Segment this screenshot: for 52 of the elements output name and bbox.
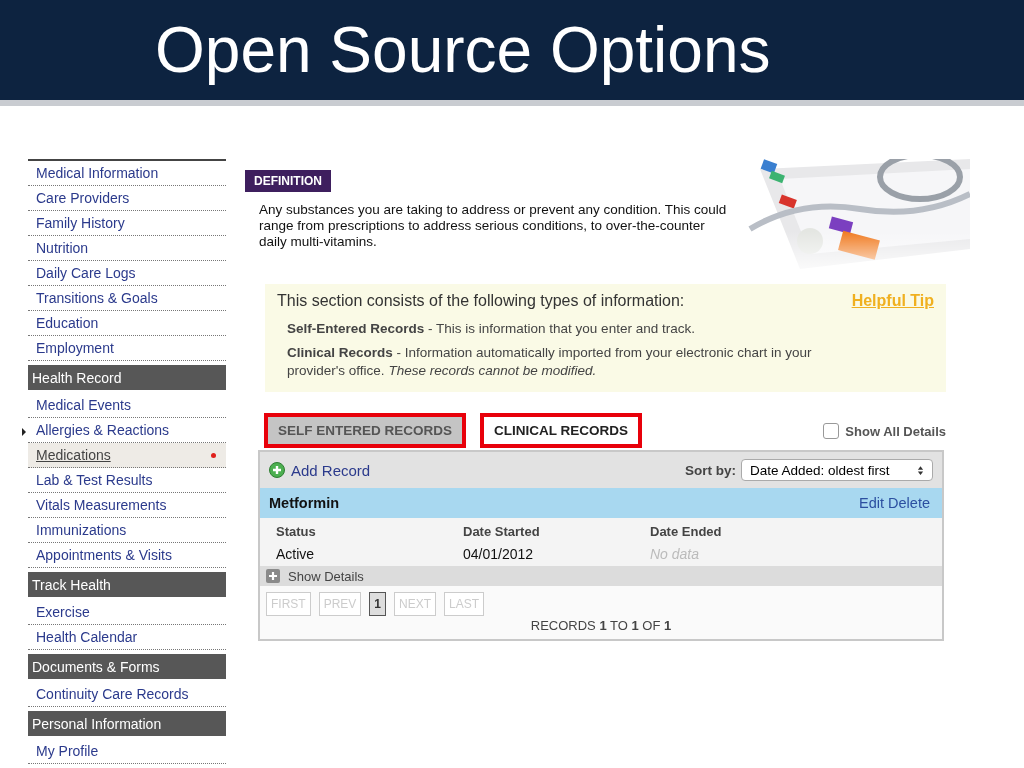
sidebar-item[interactable]: Vitals Measurements [28,493,226,518]
sidebar-section-header: Documents & Forms [28,654,226,679]
plus-icon [269,462,285,478]
field-label: Status [276,524,317,539]
sidebar-item[interactable]: Medical Information [28,161,226,186]
sidebar-item[interactable]: Family History [28,211,226,236]
field-value: Active [276,546,316,562]
sort-dropdown[interactable]: Date Added: oldest first [741,459,933,481]
add-record-link[interactable]: Add Record [269,461,371,479]
record-action-link[interactable]: Delete [888,495,930,511]
sidebar-item[interactable]: Employment [28,336,226,361]
checkbox-label: Show All Details [845,423,946,439]
sidebar-item[interactable]: Daily Care Logs [28,261,226,286]
checkbox[interactable] [823,423,840,439]
sidebar-section-header: Health Record [28,365,226,390]
sort-label: Sort by: [685,462,736,478]
definition-label: DEFINITION [245,170,331,192]
info-text: Clinical Records - Information automatically imported from your electronic chart in your provider's office. These records cannot be modified. [287,344,813,380]
sidebar-item[interactable]: Education [28,311,226,336]
sidebar-item[interactable]: Continuity Care Records [28,682,226,707]
sidebar-item[interactable]: Transitions & Goals [28,286,226,311]
pointer-icon [22,428,26,436]
sidebar-item[interactable]: Immunizations [28,518,226,543]
field-value: No data [650,546,701,562]
sidebar-item[interactable]: Nutrition [28,236,226,261]
record-name: Metformin [269,495,340,511]
field-label: Date Started [463,524,541,539]
show-details-label: Show Details [288,568,364,584]
definition-text: Any substances you are taking to address or prevent any condition. This could range from prescriptions to address serious conditions, to over-the-counter daily multi-vitamins. [259,202,728,250]
records-tab[interactable]: SELF ENTERED RECORDS [264,413,467,448]
sidebar-section-header: Track Health [28,572,226,597]
sidebar-item[interactable]: Appointments & Visits [28,543,226,568]
sidebar-item[interactable]: Medical Events [28,393,226,418]
info-heading: This section consists of the following types of information: [277,292,685,310]
record-action-link[interactable]: Edit [859,495,885,511]
show-details-bar[interactable]: Show Details [260,566,942,586]
sidebar-item[interactable]: Health Calendar [28,625,226,650]
field-value: 04/01/2012 [463,546,535,562]
sidebar-section-header: Personal Information [28,711,226,736]
plus-icon [266,569,280,583]
current-dot-icon [211,452,216,458]
field-label: Date Ended [650,524,723,539]
sidebar-item[interactable]: Medications [28,443,226,468]
records-tab[interactable]: CLINICAL RECORDS [480,413,643,448]
pager-button[interactable]: 1 [369,592,387,616]
updown-arrows-icon [917,464,924,476]
sidebar-item[interactable]: Exercise [28,600,226,625]
sidebar-item[interactable]: Lab & Test Results [28,468,226,493]
sidebar-item[interactable]: Care Providers [28,186,226,211]
info-text: Self-Entered Records - This is information that you enter and track. [287,320,696,338]
sidebar-item[interactable]: My Profile [28,739,226,764]
records-summary: RECORDS 1 TO 1 OF 1 [529,618,673,633]
